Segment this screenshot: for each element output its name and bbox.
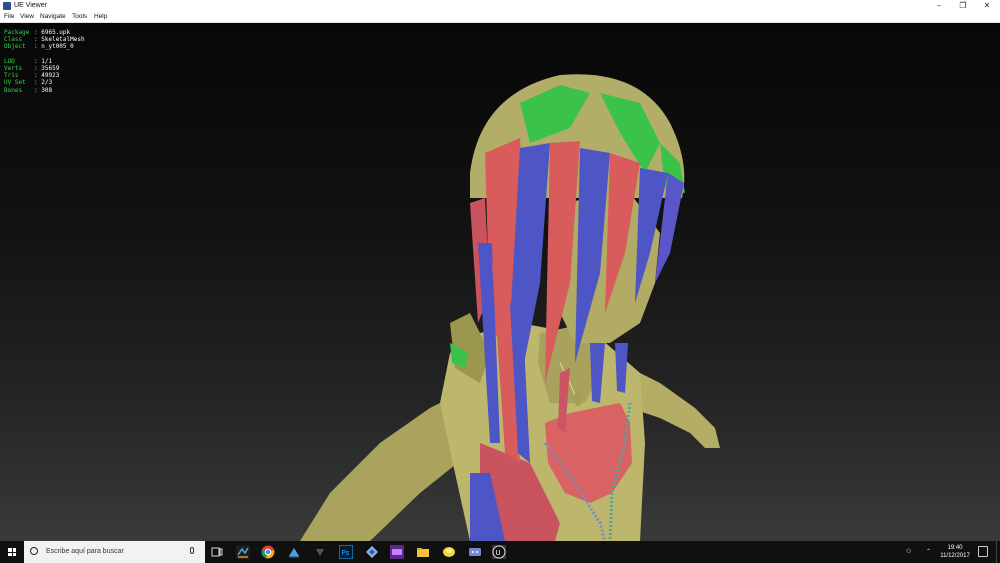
taskbar-clock[interactable]: 19:40 11/12/2017 [936, 544, 974, 560]
info-key: UV Set [4, 79, 26, 87]
app-icon-1[interactable] [236, 545, 250, 559]
info-key: Object [4, 43, 26, 51]
info-separator: : [34, 72, 38, 80]
info-value: 308 [41, 86, 53, 94]
show-desktop-button[interactable] [996, 541, 1000, 563]
taskbar: Escribe aquí para buscar Ps U ⚇ ⌃ 19:40 … [0, 541, 1000, 563]
windows-icon [8, 548, 16, 556]
app-icon [3, 2, 11, 10]
info-separator: : [34, 29, 38, 36]
menu-help[interactable]: Help [94, 12, 107, 22]
menu-bar: File View Navigate Tools Help [0, 12, 1000, 23]
clock-time: 19:40 [947, 545, 963, 551]
clock-date: 11/12/2017 [940, 553, 970, 559]
info-row-object: Object: n_yt005_0 [4, 43, 85, 50]
info-row-bones: Bones: 308 [4, 87, 85, 94]
info-row-verts: Verts: 35659 [4, 65, 85, 72]
app-icon-4[interactable] [313, 545, 327, 559]
app-icon-6[interactable] [365, 545, 379, 559]
app-icon-7[interactable] [390, 545, 404, 559]
character-mesh [300, 74, 720, 541]
info-value: SkeletalMesh [41, 36, 85, 44]
maximize-button[interactable]: ❐ [952, 0, 974, 12]
chrome-icon[interactable] [261, 545, 275, 559]
info-key: Class [4, 36, 23, 44]
info-row-class: Class: SkeletalMesh [4, 36, 85, 43]
info-value: 2/3 [41, 79, 53, 87]
app-icon-10[interactable] [468, 545, 482, 559]
window-title: UE Viewer [14, 2, 47, 9]
app-icon-3[interactable] [287, 545, 301, 559]
title-bar: UE Viewer – ❐ ✕ [0, 0, 1000, 12]
menu-navigate[interactable]: Navigate [40, 12, 66, 22]
search-icon [30, 547, 38, 555]
info-separator: : [34, 64, 38, 72]
info-row-package: Package: 6965.upk [4, 29, 85, 36]
3d-viewport[interactable]: Package: 6965.upk Class: SkeletalMesh Ob… [0, 23, 1000, 541]
menu-tools[interactable]: Tools [72, 12, 87, 22]
file-explorer-icon[interactable] [416, 545, 430, 559]
close-button[interactable]: ✕ [976, 0, 998, 12]
minimize-icon: – [937, 1, 941, 10]
info-value: 35659 [41, 64, 60, 72]
info-value: n_yt005_0 [41, 43, 74, 51]
task-view-icon[interactable] [210, 545, 224, 559]
info-separator: : [34, 57, 38, 65]
mesh-info-overlay: Package: 6965.upk Class: SkeletalMesh Ob… [4, 29, 85, 94]
info-separator: : [34, 36, 38, 44]
minimize-button[interactable]: – [928, 0, 950, 12]
unreal-icon[interactable]: U [492, 545, 506, 559]
info-key: Bones [4, 86, 23, 94]
info-key: LOD [4, 57, 15, 65]
info-row-tris: Tris: 49923 [4, 72, 85, 79]
notification-icon[interactable] [978, 546, 988, 557]
microphone-icon[interactable] [190, 547, 194, 554]
info-value: 6965.upk [41, 29, 71, 36]
svg-text:Ps: Ps [342, 549, 350, 557]
menu-view[interactable]: View [20, 12, 34, 22]
svg-text:U: U [496, 549, 501, 557]
info-key: Package [4, 29, 30, 36]
taskbar-search-box[interactable]: Escribe aquí para buscar [24, 541, 205, 563]
search-placeholder: Escribe aquí para buscar [46, 548, 124, 555]
info-row-uvset: UV Set: 2/3 [4, 79, 85, 86]
start-button[interactable] [0, 541, 24, 563]
info-separator: : [34, 86, 38, 94]
chevron-up-icon[interactable]: ⌃ [926, 541, 931, 563]
info-separator: : [34, 43, 38, 51]
info-row-lod: LOD: 1/1 [4, 58, 85, 65]
menu-file[interactable]: File [4, 12, 14, 22]
photoshop-icon[interactable]: Ps [339, 545, 353, 559]
info-key: Verts [4, 64, 23, 72]
maximize-icon: ❐ [959, 1, 967, 10]
info-value: 1/1 [41, 57, 53, 65]
people-icon[interactable]: ⚇ [906, 541, 911, 563]
mesh-pendant [574, 392, 582, 406]
info-key: Tris [4, 72, 19, 80]
close-icon: ✕ [983, 1, 991, 10]
info-value: 49923 [41, 72, 60, 80]
info-separator: : [34, 79, 38, 87]
app-icon-9[interactable] [442, 545, 456, 559]
